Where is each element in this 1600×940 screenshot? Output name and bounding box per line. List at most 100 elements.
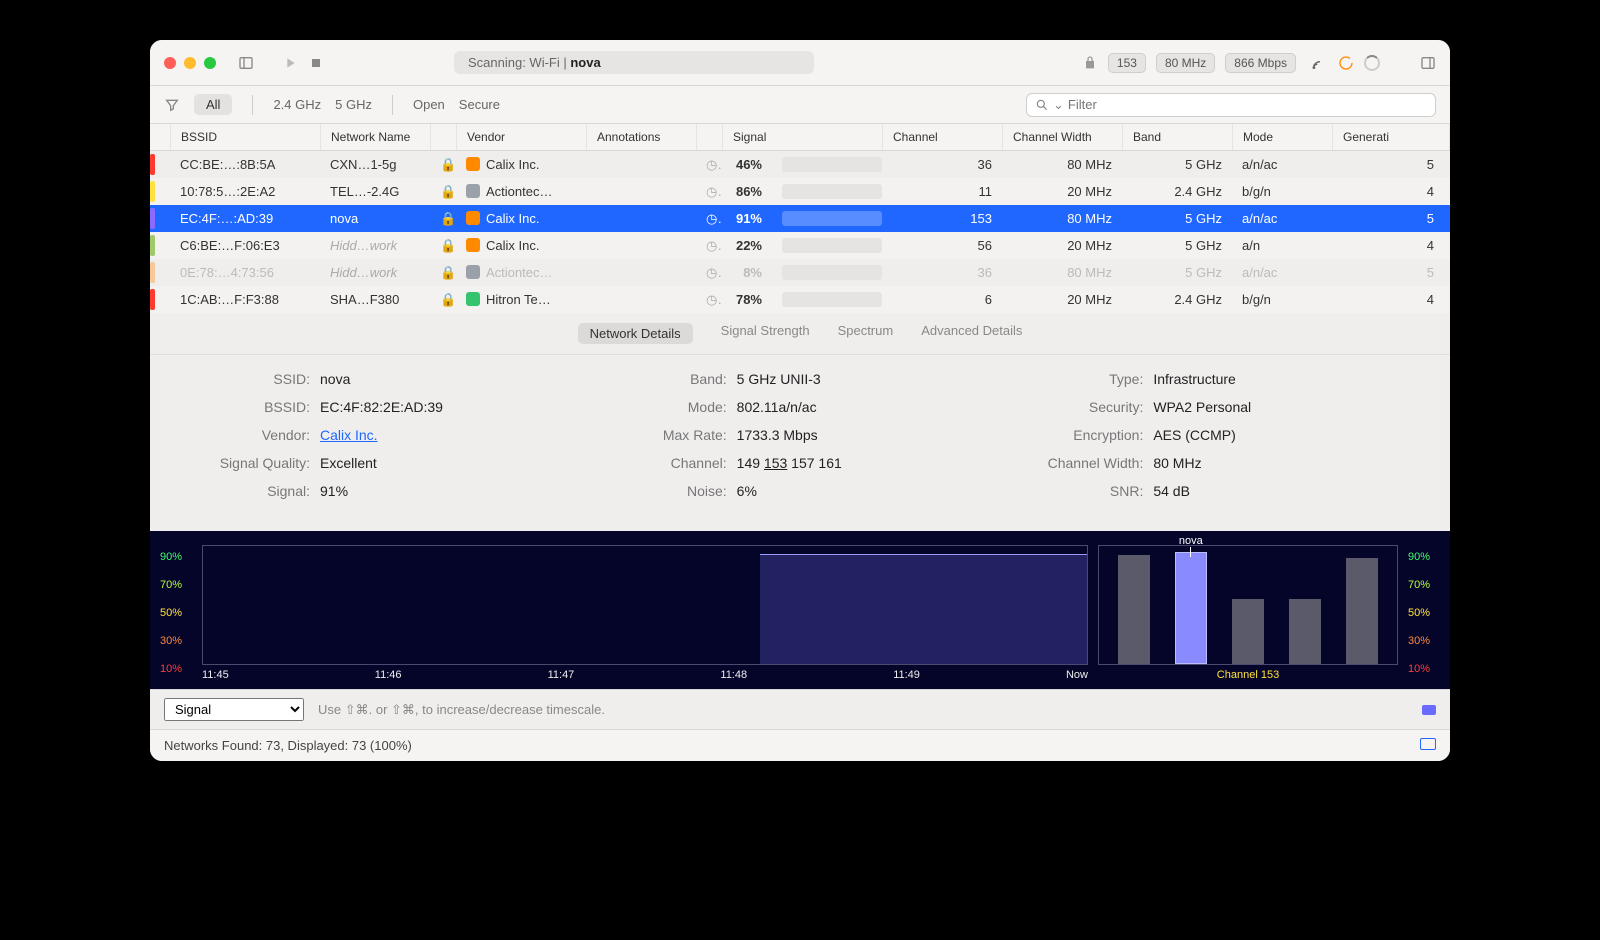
col-annotations[interactable]: Annotations xyxy=(587,124,697,150)
cell-channel: 153 xyxy=(882,211,1002,226)
lock-icon: 🔒 xyxy=(440,292,456,307)
chart-mode-select[interactable]: Signal xyxy=(164,698,304,721)
tab-network-details[interactable]: Network Details xyxy=(578,323,693,344)
signal-bar xyxy=(782,265,882,280)
tab-advanced-details[interactable]: Advanced Details xyxy=(921,323,1022,344)
channel-width-pill[interactable]: 80 MHz xyxy=(1156,53,1215,73)
status-field: Scanning: Wi-Fi | nova xyxy=(454,51,814,74)
cell-channel: 36 xyxy=(882,265,1002,280)
x-axis-time: 11:45 11:46 11:47 11:48 11:49 Now xyxy=(202,669,1088,681)
value-vendor-link[interactable]: Calix Inc. xyxy=(320,427,378,443)
channel-bar xyxy=(1232,599,1264,664)
gauge-icon: ◷ xyxy=(696,211,722,227)
channel-bar: nova xyxy=(1175,552,1207,664)
table-header: BSSID Network Name Vendor Annotations Si… xyxy=(150,124,1450,151)
refresh-icon[interactable] xyxy=(1338,55,1354,71)
label-type: Type: xyxy=(1023,371,1153,387)
vendor-icon xyxy=(466,238,480,252)
value-max-rate: 1733.3 Mbps xyxy=(737,427,818,443)
rate-pill[interactable]: 866 Mbps xyxy=(1225,53,1296,73)
col-bssid[interactable]: BSSID xyxy=(171,124,321,150)
table-row[interactable]: EC:4F:…:AD:39nova🔒Calix Inc.◷91%15380 MH… xyxy=(150,205,1450,232)
segment-all[interactable]: All xyxy=(194,94,232,115)
label-snr: SNR: xyxy=(1023,483,1153,499)
segment-5ghz[interactable]: 5 GHz xyxy=(335,97,372,112)
y-axis-left: 90%70%50%30%10% xyxy=(160,545,192,681)
vendor-icon xyxy=(466,265,480,279)
col-network-name[interactable]: Network Name xyxy=(321,124,431,150)
table-row[interactable]: 1C:AB:…F:F3:88SHA…F380🔒Hitron Te…◷78%620… xyxy=(150,286,1450,313)
col-channel-width[interactable]: Channel Width xyxy=(1003,124,1123,150)
zoom-window-button[interactable] xyxy=(204,57,216,69)
cell-network-name: SHA…F380 xyxy=(320,292,430,307)
signal-bar xyxy=(782,184,882,199)
gauge-icon: ◷ xyxy=(696,184,722,200)
value-band: 5 GHz UNII-3 xyxy=(737,371,821,387)
filter-input[interactable] xyxy=(1068,97,1427,112)
app-window: Scanning: Wi-Fi | nova 153 80 MHz 866 Mb… xyxy=(150,40,1450,761)
label-signal: Signal: xyxy=(190,483,320,499)
cell-signal: 8% xyxy=(722,265,772,280)
close-window-button[interactable] xyxy=(164,57,176,69)
channel-pill[interactable]: 153 xyxy=(1108,53,1146,73)
signal-bar xyxy=(782,157,882,172)
value-ssid: nova xyxy=(320,371,350,387)
vendor-icon xyxy=(466,184,480,198)
row-color-edge xyxy=(150,154,155,175)
stop-icon[interactable] xyxy=(308,55,324,71)
cell-mode: a/n/ac xyxy=(1232,265,1332,280)
footer-controls: Signal Use ⇧⌘. or ⇧⌘, to increase/decrea… xyxy=(150,689,1450,729)
cell-bssid: 1C:AB:…F:F3:88 xyxy=(170,292,320,307)
col-band[interactable]: Band xyxy=(1123,124,1233,150)
cell-vendor: Calix Inc. xyxy=(456,238,586,253)
cell-generation: 4 xyxy=(1332,238,1450,253)
play-icon[interactable] xyxy=(282,55,298,71)
label-max-rate: Max Rate: xyxy=(607,427,737,443)
lock-icon: 🔒 xyxy=(440,265,456,280)
label-channel: Channel: xyxy=(607,455,737,471)
col-vendor[interactable]: Vendor xyxy=(457,124,587,150)
lock-icon: 🔒 xyxy=(440,157,456,172)
col-mode[interactable]: Mode xyxy=(1233,124,1333,150)
col-channel[interactable]: Channel xyxy=(883,124,1003,150)
label-noise: Noise: xyxy=(607,483,737,499)
table-row[interactable]: 10:78:5…:2E:A2TEL…-2.4G🔒Actiontec…◷86%11… xyxy=(150,178,1450,205)
value-snr: 54 dB xyxy=(1153,483,1190,499)
color-swatch[interactable] xyxy=(1422,705,1436,715)
filter-search-box[interactable]: ⌄ xyxy=(1026,93,1436,117)
minimize-window-button[interactable] xyxy=(184,57,196,69)
lock-icon: 🔒 xyxy=(440,211,456,226)
filter-icon[interactable] xyxy=(164,97,180,113)
label-security: Security: xyxy=(1023,399,1153,415)
display-icon[interactable] xyxy=(1420,738,1436,750)
segment-open[interactable]: Open xyxy=(413,97,445,112)
cell-channel: 6 xyxy=(882,292,1002,307)
signal-line-chart[interactable] xyxy=(202,545,1088,665)
table-row[interactable]: 0E:78:…4:73:56Hidd…work🔒Actiontec…◷8%368… xyxy=(150,259,1450,286)
cell-channel-width: 20 MHz xyxy=(1002,238,1122,253)
cell-band: 2.4 GHz xyxy=(1122,292,1232,307)
channel-bar-chart[interactable]: nova xyxy=(1098,545,1398,665)
filter-bar: All 2.4 GHz 5 GHz Open Secure ⌄ xyxy=(150,86,1450,124)
label-encryption: Encryption: xyxy=(1023,427,1153,443)
timescale-hint: Use ⇧⌘. or ⇧⌘, to increase/decrease time… xyxy=(318,702,605,718)
table-row[interactable]: C6:BE:…F:06:E3Hidd…work🔒Calix Inc.◷22%56… xyxy=(150,232,1450,259)
right-sidebar-icon[interactable] xyxy=(1420,55,1436,71)
col-signal[interactable]: Signal xyxy=(723,124,883,150)
segment-2.4ghz[interactable]: 2.4 GHz xyxy=(273,97,321,112)
sidebar-toggle-icon[interactable] xyxy=(238,55,254,71)
tab-spectrum[interactable]: Spectrum xyxy=(838,323,894,344)
segment-secure[interactable]: Secure xyxy=(459,97,500,112)
vendor-icon xyxy=(466,292,480,306)
cell-network-name: CXN…1-5g xyxy=(320,157,430,172)
chevron-down-icon[interactable]: ⌄ xyxy=(1053,97,1064,113)
tab-signal-strength[interactable]: Signal Strength xyxy=(721,323,810,344)
cell-mode: b/g/n xyxy=(1232,184,1332,199)
signal-bar xyxy=(782,238,882,253)
cell-mode: b/g/n xyxy=(1232,292,1332,307)
col-generation[interactable]: Generati xyxy=(1333,124,1450,150)
cell-bssid: EC:4F:…:AD:39 xyxy=(170,211,320,226)
vendor-icon xyxy=(466,157,480,171)
cast-icon[interactable] xyxy=(1312,55,1328,71)
table-row[interactable]: CC:BE:…:8B:5ACXN…1-5g🔒Calix Inc.◷46%3680… xyxy=(150,151,1450,178)
